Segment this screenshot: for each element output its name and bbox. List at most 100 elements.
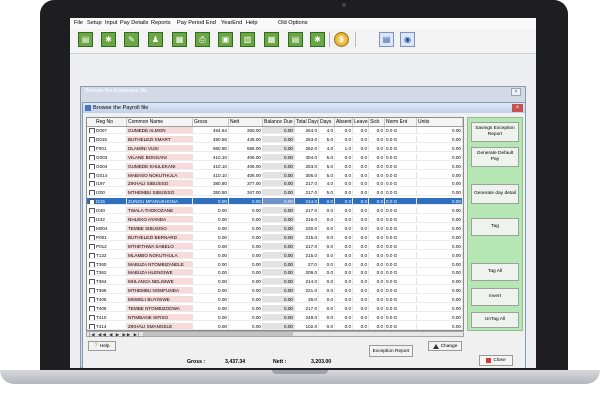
row-checkbox[interactable]: [89, 225, 95, 231]
table-cell[interactable]: 0.00: [263, 144, 295, 152]
help-book-icon[interactable]: ◉: [400, 32, 415, 47]
table-cell[interactable]: 0.0 G: [385, 287, 417, 295]
table-cell[interactable]: 0.00: [263, 127, 295, 134]
row-checkbox[interactable]: [89, 270, 95, 276]
table-cell[interactable]: 0.0: [353, 171, 369, 179]
row-checkbox[interactable]: [89, 181, 95, 187]
calendar-icon[interactable]: ▣: [218, 32, 233, 47]
generate-day-detail-button[interactable]: Generate day detail: [471, 184, 519, 204]
table-cell[interactable]: 0.0: [353, 135, 369, 143]
row-checkbox[interactable]: [89, 243, 95, 249]
table-cell[interactable]: 27.0: [295, 260, 319, 268]
table-cell[interactable]: 0.0 G: [385, 278, 417, 286]
table-cell[interactable]: 0.00: [263, 171, 295, 179]
table-cell[interactable]: 0.00: [193, 313, 229, 321]
table-cell[interactable]: P001: [87, 233, 127, 241]
row-checkbox[interactable]: [89, 136, 95, 142]
table-cell[interactable]: 0.0: [353, 313, 369, 321]
table-cell[interactable]: 0.0 G: [385, 135, 417, 143]
table-cell[interactable]: 0.00: [417, 313, 463, 321]
table-cell[interactable]: 0.0: [335, 313, 353, 321]
table-cell[interactable]: 0.0: [335, 278, 353, 286]
table-cell[interactable]: 0.00: [263, 224, 295, 232]
table-cell[interactable]: 0.00: [193, 287, 229, 295]
table-row[interactable]: T364 MHLANGA NELISIWE 0.00 0.00 0.00 214.0 0.0…: [87, 278, 463, 286]
table-cell[interactable]: I197: [87, 180, 127, 188]
table-cell[interactable]: 0.00: [229, 207, 263, 215]
table-cell[interactable]: BUTHELEZI SMART: [127, 135, 193, 143]
table-cell[interactable]: 0.00: [263, 207, 295, 215]
table-row[interactable]: I242 NHLEKO AYANDA 0.00 0.00 0.00 216.0 0.0 0.0…: [87, 216, 463, 223]
table-cell[interactable]: 0.0: [319, 305, 335, 312]
table-cell[interactable]: 0.00: [417, 278, 463, 286]
menu-pay-period-end[interactable]: Pay Period End: [177, 20, 216, 26]
table-cell[interactable]: MLAMBO NOKUTHULA: [127, 251, 193, 259]
table-cell[interactable]: 0.0 G: [385, 153, 417, 161]
table-cell[interactable]: T405: [87, 296, 127, 304]
table-cell[interactable]: 0.0: [319, 269, 335, 277]
table-cell[interactable]: 0.00: [263, 322, 295, 330]
table-cell[interactable]: MABASO NOKUTHULA: [127, 171, 193, 179]
table-cell[interactable]: 450.56: [193, 135, 229, 143]
row-checkbox[interactable]: [89, 297, 95, 303]
table-cell[interactable]: 0.0: [319, 198, 335, 206]
table-cell[interactable]: 306.0: [295, 171, 319, 179]
table-row[interactable]: T362 MABUZA HLENGIWE 0.00 0.00 0.00 209.0 0.0 0…: [87, 269, 463, 277]
table-cell[interactable]: D007: [87, 127, 127, 134]
table-cell[interactable]: 0.0: [335, 153, 353, 161]
table-cell[interactable]: 0.00: [193, 242, 229, 250]
table-cell[interactable]: G004: [87, 162, 127, 170]
table-cell[interactable]: 0.00: [417, 180, 463, 188]
table-row[interactable]: T365 MTHEMBU NOMFUNDA 0.00 0.00 0.00 221.0 0.0…: [87, 287, 463, 295]
table-cell[interactable]: 0.00: [229, 278, 263, 286]
table-cell[interactable]: 0.0: [335, 171, 353, 179]
table-cell[interactable]: 0.0: [319, 296, 335, 304]
table-cell[interactable]: 0.0: [369, 171, 385, 179]
table-cell[interactable]: 0.0: [353, 127, 369, 134]
table-cell[interactable]: 0.0 G: [385, 305, 417, 312]
table-cell[interactable]: GUMEDE KHULEKANI: [127, 162, 193, 170]
table-cell[interactable]: TEMBE NTOMBIZODWA: [127, 305, 193, 312]
menu-pay-details[interactable]: Pay Details: [120, 20, 148, 26]
table-cell[interactable]: 0.00: [417, 224, 463, 232]
table-cell[interactable]: 0.0: [353, 144, 369, 152]
table-row[interactable]: G014 MABASO NOKUTHULA 410.10 406.00 0.00 306.…: [87, 171, 463, 179]
table-cell[interactable]: 0.00: [229, 233, 263, 241]
table-cell[interactable]: 0.00: [229, 313, 263, 321]
table-cell[interactable]: D015: [87, 135, 127, 143]
table-cell[interactable]: 0.00: [417, 127, 463, 134]
table-cell[interactable]: 0.00: [263, 216, 295, 223]
table-cell[interactable]: 5.0: [319, 153, 335, 161]
table-cell[interactable]: 217.0: [295, 207, 319, 215]
table-cell[interactable]: 0.0: [353, 242, 369, 250]
table-cell[interactable]: 0.00: [263, 233, 295, 241]
column-header-nett[interactable]: Nett: [229, 118, 263, 126]
table-cell[interactable]: 215.0: [295, 251, 319, 259]
table-cell[interactable]: 0.0: [369, 242, 385, 250]
row-checkbox[interactable]: [89, 279, 95, 285]
person-icon[interactable]: ♟: [148, 32, 163, 47]
table-cell[interactable]: 0.0: [369, 260, 385, 268]
row-checkbox[interactable]: [89, 323, 95, 329]
table-cell[interactable]: 0.0: [369, 305, 385, 312]
table-cell[interactable]: 5.0: [319, 189, 335, 197]
table-cell[interactable]: MHLANGA NELISIWE: [127, 278, 193, 286]
table-cell[interactable]: F001: [87, 144, 127, 152]
table-cell[interactable]: 0.0: [369, 233, 385, 241]
close-icon[interactable]: ×: [512, 104, 523, 112]
table-cell[interactable]: 0.0: [335, 233, 353, 241]
table-cell[interactable]: 0.00: [263, 305, 295, 312]
table-cell[interactable]: 0.0: [369, 251, 385, 259]
table-cell[interactable]: 215.0: [295, 233, 319, 241]
table-cell[interactable]: 377.00: [229, 180, 263, 188]
table-row[interactable]: I197 ZIKHALI SIBUSISO 380.80 377.00 0.00 217.…: [87, 180, 463, 188]
table-cell[interactable]: 0.0: [335, 216, 353, 223]
table-cell[interactable]: MABUZA HLENGIWE: [127, 269, 193, 277]
table-cell[interactable]: 0.0: [369, 216, 385, 223]
table-cell[interactable]: MSWELI BUYISIWE: [127, 296, 193, 304]
table-cell[interactable]: 560.60: [193, 144, 229, 152]
table-cell[interactable]: ZUNGU MFANUKHONA: [127, 198, 193, 206]
table-cell[interactable]: 0.0: [335, 242, 353, 250]
table-cell[interactable]: 0.0: [353, 207, 369, 215]
column-header-tdays[interactable]: Total Days: [295, 118, 319, 126]
